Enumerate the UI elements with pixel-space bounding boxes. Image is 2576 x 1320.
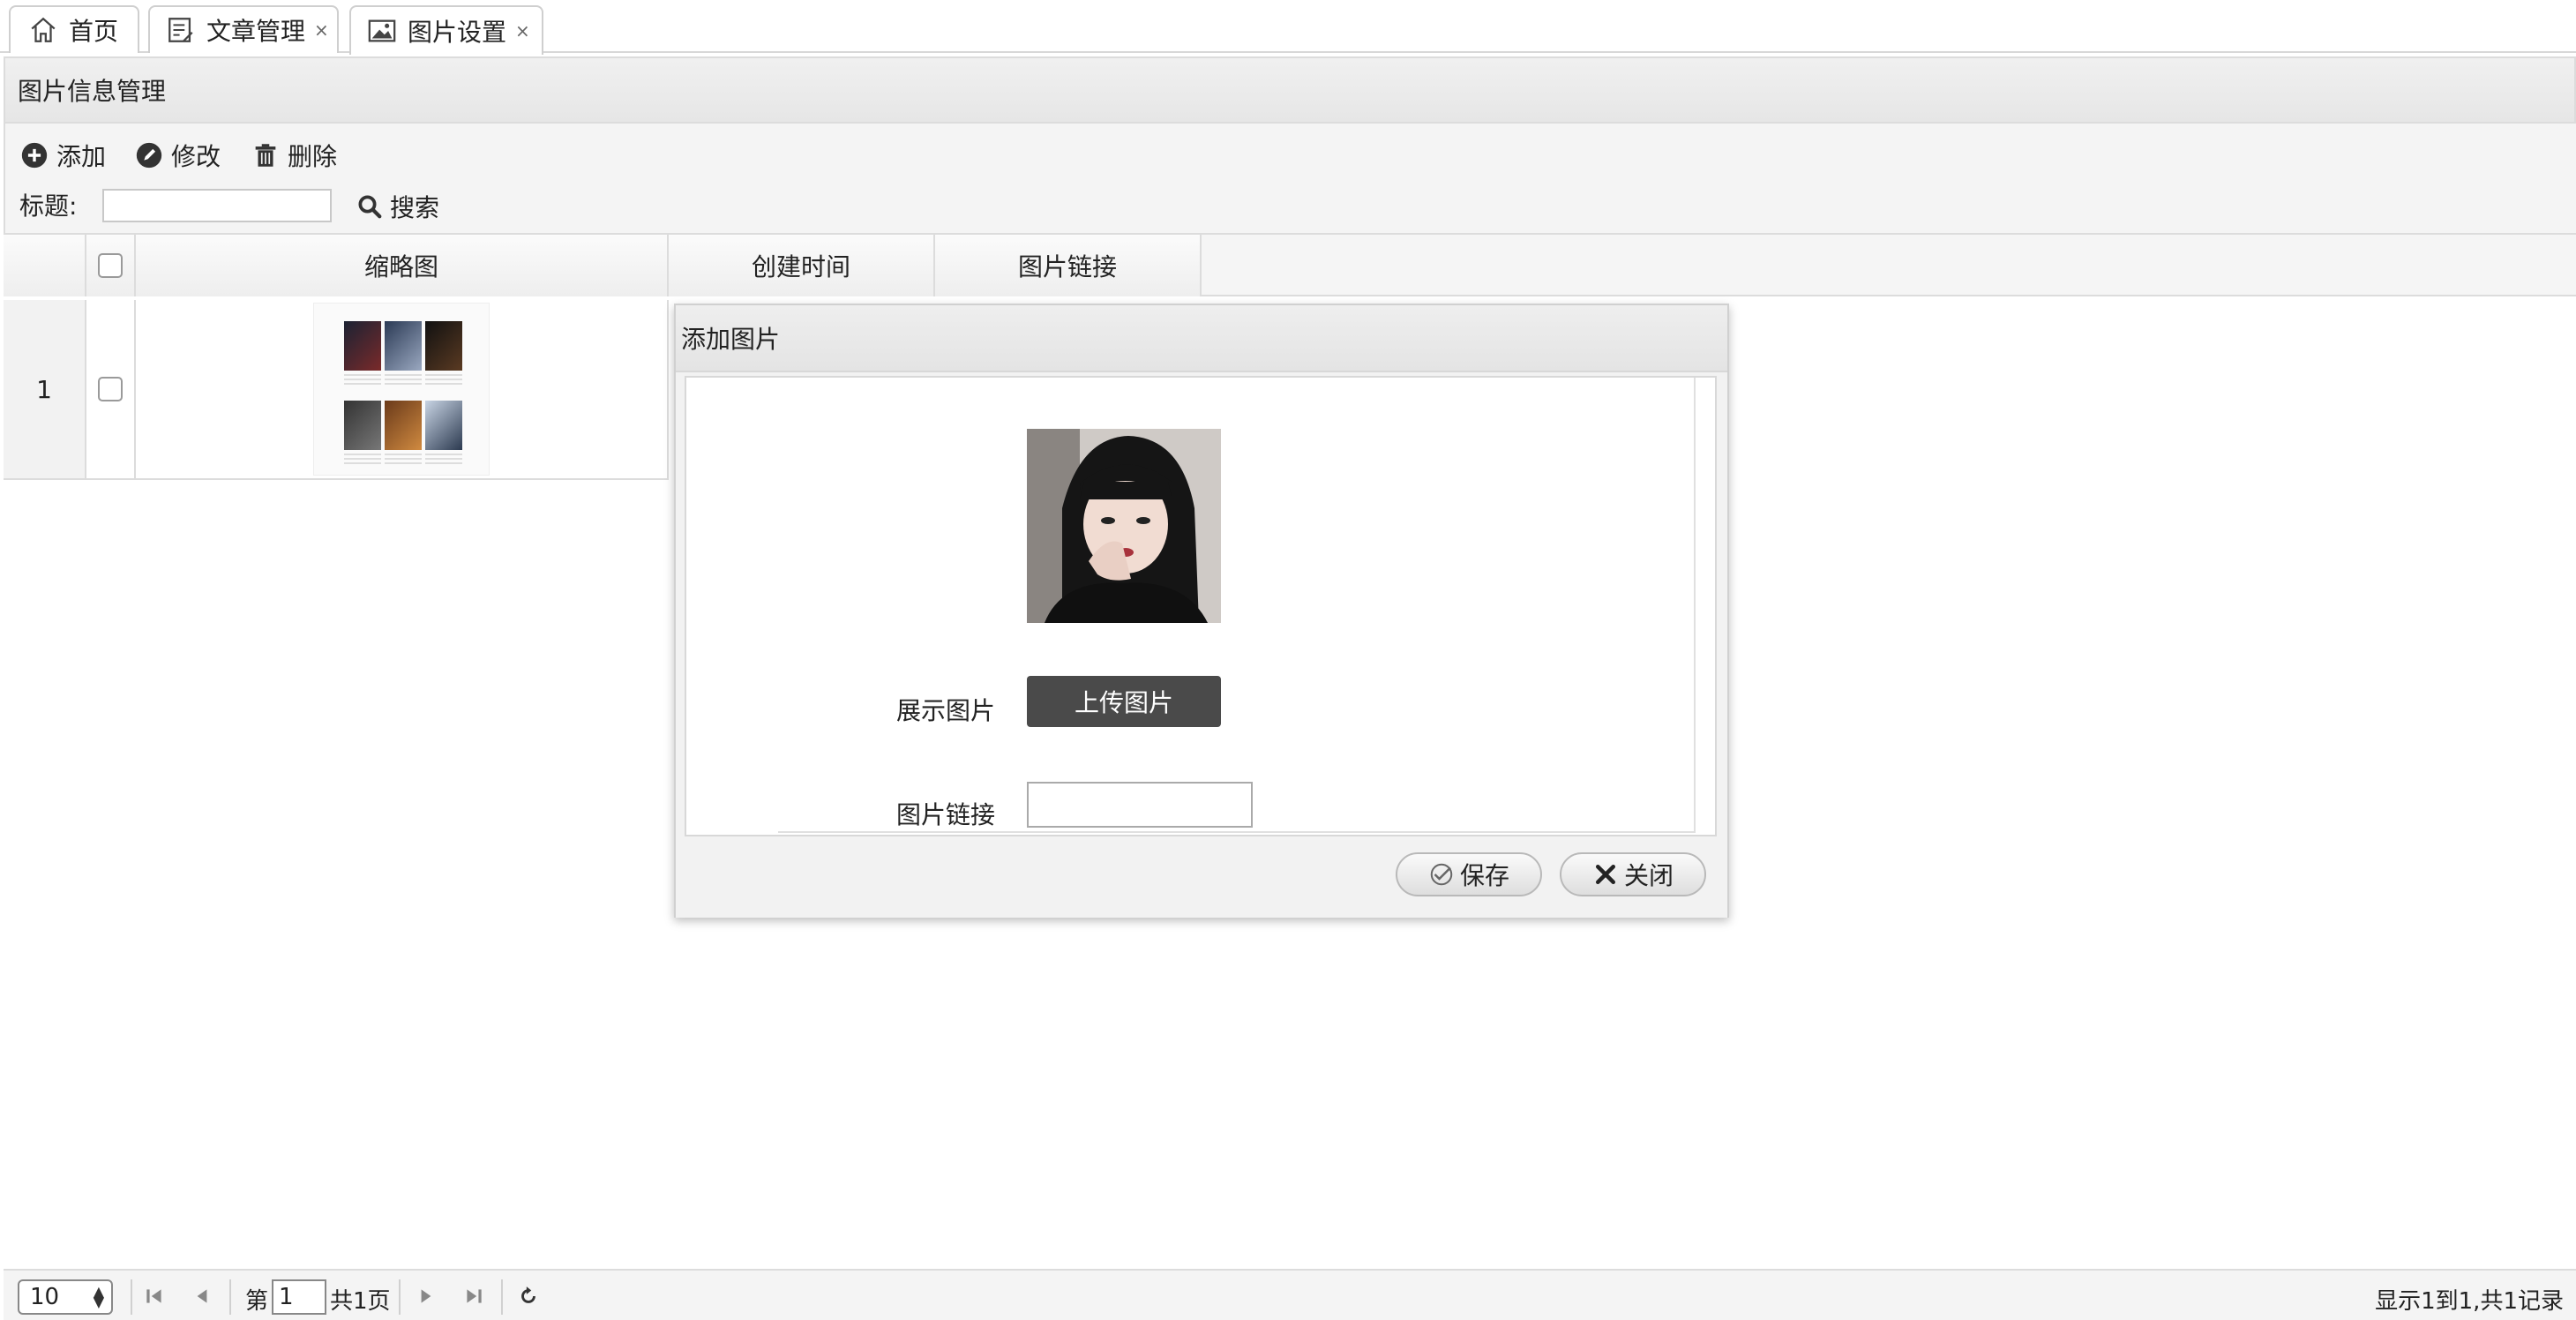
row-number-cell: 1 (4, 300, 86, 480)
portrait-image (1027, 429, 1221, 623)
column-header-label: 创建时间 (751, 252, 850, 281)
dialog-title[interactable]: 添加图片 (676, 305, 1727, 372)
tab-label: 首页 (69, 17, 119, 46)
tab-label: 文章管理 (206, 17, 306, 46)
column-header-thumbnail[interactable]: 缩略图 (136, 235, 669, 296)
check-circle-icon (1430, 863, 1453, 886)
page-size-select[interactable]: 10 ▲ ▼ (18, 1279, 113, 1315)
title-search-input[interactable] (102, 189, 332, 222)
page-size-value: 10 (30, 1284, 60, 1310)
last-page-icon[interactable] (462, 1285, 485, 1308)
close-icon (1595, 865, 1615, 884)
row-number-header (4, 235, 86, 296)
column-header-created-time[interactable]: 创建时间 (669, 235, 935, 296)
document-icon (168, 18, 193, 42)
search-button[interactable]: 搜索 (356, 187, 439, 226)
image-link-input[interactable] (1027, 782, 1253, 828)
dialog-title-text: 添加图片 (681, 325, 781, 354)
search-icon (358, 195, 382, 219)
dialog-form-area (778, 378, 1696, 833)
image-link-label: 图片链接 (895, 800, 995, 829)
grid-header: 缩略图 创建时间 图片链接 (4, 233, 2576, 296)
column-header-label: 缩略图 (363, 252, 438, 281)
home-icon (31, 17, 56, 42)
image-icon (368, 19, 396, 42)
divider (229, 1279, 231, 1315)
add-button[interactable]: 添加 (19, 136, 106, 175)
row-number: 1 (36, 374, 52, 404)
delete-label: 删除 (288, 142, 338, 171)
refresh-icon[interactable] (517, 1285, 540, 1308)
pagination-bar: 10 ▲ ▼ 第 1 共1页 显示1到1,共1记录 (4, 1269, 2576, 1320)
first-page-icon[interactable] (143, 1285, 166, 1308)
edit-button[interactable]: 修改 (134, 136, 221, 175)
page-total: 共1页 (330, 1288, 391, 1315)
tab-image-settings[interactable]: 图片设置 × (349, 5, 543, 55)
edit-label: 修改 (171, 142, 221, 171)
row-select-cell (86, 300, 136, 480)
next-page-icon[interactable] (415, 1285, 438, 1308)
toolbar: 添加 修改 删除 标题: 搜索 (4, 124, 2576, 233)
page-prefix: 第 (245, 1288, 269, 1315)
dialog-footer: 保存 关闭 (676, 838, 1727, 918)
plus-circle-icon (21, 142, 48, 169)
pencil-circle-icon (136, 142, 162, 169)
upload-image-button[interactable]: 上传图片 (1027, 676, 1221, 727)
tab-home[interactable]: 首页 (9, 5, 139, 53)
updown-arrow-icon: ▲ ▼ (93, 1283, 104, 1310)
close-icon[interactable]: × (515, 20, 530, 41)
column-header-label: 图片链接 (1017, 252, 1117, 281)
select-all-checkbox[interactable] (98, 253, 123, 278)
divider (501, 1279, 503, 1315)
column-header-image-link[interactable]: 图片链接 (935, 235, 1202, 296)
delete-button[interactable]: 删除 (251, 136, 337, 175)
row-checkbox[interactable] (98, 377, 123, 401)
search-label: 标题: (19, 191, 78, 221)
add-label: 添加 (56, 142, 107, 171)
save-button[interactable]: 保存 (1396, 852, 1542, 896)
divider (399, 1279, 401, 1315)
record-info: 显示1到1,共1记录 (2375, 1288, 2564, 1315)
close-label: 关闭 (1623, 861, 1674, 890)
close-icon[interactable]: × (314, 19, 329, 41)
tab-bar: 首页 文章管理 × 图片设置 × (0, 0, 2576, 55)
image-preview (1027, 429, 1221, 623)
display-image-label: 展示图片 (895, 696, 995, 725)
tab-article-management[interactable]: 文章管理 × (148, 5, 339, 53)
image-thumbnail[interactable] (313, 303, 490, 476)
trash-icon (255, 144, 276, 167)
select-all-cell (86, 235, 136, 296)
tab-label: 图片设置 (408, 18, 507, 47)
search-button-label: 搜索 (390, 193, 440, 222)
close-button[interactable]: 关闭 (1560, 852, 1706, 896)
app-root: 首页 文章管理 × 图片设置 × 图片信息管理 添加 修改 删除 标题: 搜索 … (0, 0, 2576, 1320)
divider (131, 1279, 132, 1315)
panel-title-text: 图片信息管理 (18, 77, 167, 106)
thumbnail-cell (136, 300, 669, 480)
previous-page-icon[interactable] (191, 1285, 213, 1308)
current-page-input[interactable]: 1 (272, 1279, 326, 1315)
save-label: 保存 (1459, 861, 1509, 890)
panel-title: 图片信息管理 (4, 56, 2576, 124)
